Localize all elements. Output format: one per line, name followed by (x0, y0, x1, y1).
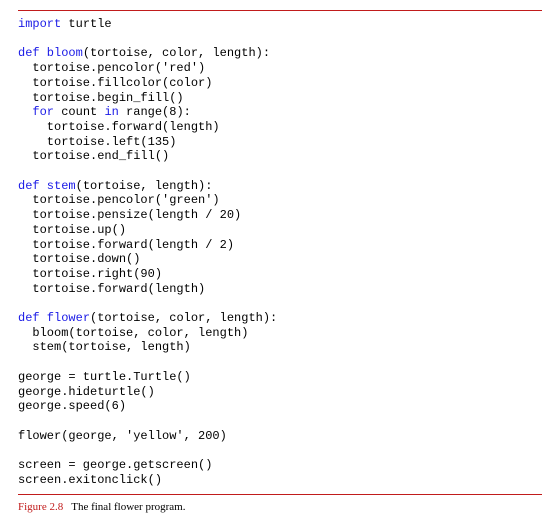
code-line: tortoise.pensize(length / 20) (18, 208, 241, 222)
figure-caption: Figure 2.8 The final flower program. (18, 501, 542, 513)
code-line: tortoise.fillcolor(color) (18, 76, 212, 90)
bottom-rule (18, 494, 542, 495)
kw-def: def (18, 179, 40, 193)
fn-stem: stem (40, 179, 76, 193)
code-line: flower(george, 'yellow', 200) (18, 429, 227, 443)
code-line: stem(tortoise, length) (18, 340, 191, 354)
figure-label: Figure 2.8 (18, 501, 63, 513)
kw-def: def (18, 46, 40, 60)
code-line: screen.exitonclick() (18, 473, 162, 487)
code-line: tortoise.end_fill() (18, 149, 169, 163)
kw-import: import (18, 17, 61, 31)
code-line: george.speed(6) (18, 399, 126, 413)
code-text: count (54, 105, 104, 119)
top-rule (18, 10, 542, 11)
code-line: george.hideturtle() (18, 385, 155, 399)
code-line: tortoise.right(90) (18, 267, 162, 281)
code-text: (tortoise, color, length): (90, 311, 277, 325)
indent (18, 105, 32, 119)
page-container: import turtle def bloom(tortoise, color,… (0, 0, 560, 502)
fn-flower: flower (40, 311, 90, 325)
code-text: (tortoise, length): (76, 179, 213, 193)
code-line: tortoise.begin_fill() (18, 91, 184, 105)
code-line: tortoise.left(135) (18, 135, 176, 149)
code-line: tortoise.pencolor('green') (18, 193, 220, 207)
kw-def: def (18, 311, 40, 325)
kw-for: for (32, 105, 54, 119)
code-text: turtle (61, 17, 111, 31)
kw-in: in (104, 105, 118, 119)
code-listing: import turtle def bloom(tortoise, color,… (18, 17, 542, 488)
code-line: screen = george.getscreen() (18, 458, 212, 472)
figure-text: The final flower program. (71, 501, 185, 513)
code-text: range(8): (119, 105, 191, 119)
code-line: tortoise.forward(length) (18, 282, 205, 296)
code-line: tortoise.pencolor('red') (18, 61, 205, 75)
fn-bloom: bloom (40, 46, 83, 60)
code-line: tortoise.up() (18, 223, 126, 237)
code-line: tortoise.forward(length) (18, 120, 220, 134)
code-line: bloom(tortoise, color, length) (18, 326, 248, 340)
code-line: george = turtle.Turtle() (18, 370, 191, 384)
code-line: tortoise.forward(length / 2) (18, 238, 234, 252)
code-text: (tortoise, color, length): (83, 46, 270, 60)
code-line: tortoise.down() (18, 252, 140, 266)
